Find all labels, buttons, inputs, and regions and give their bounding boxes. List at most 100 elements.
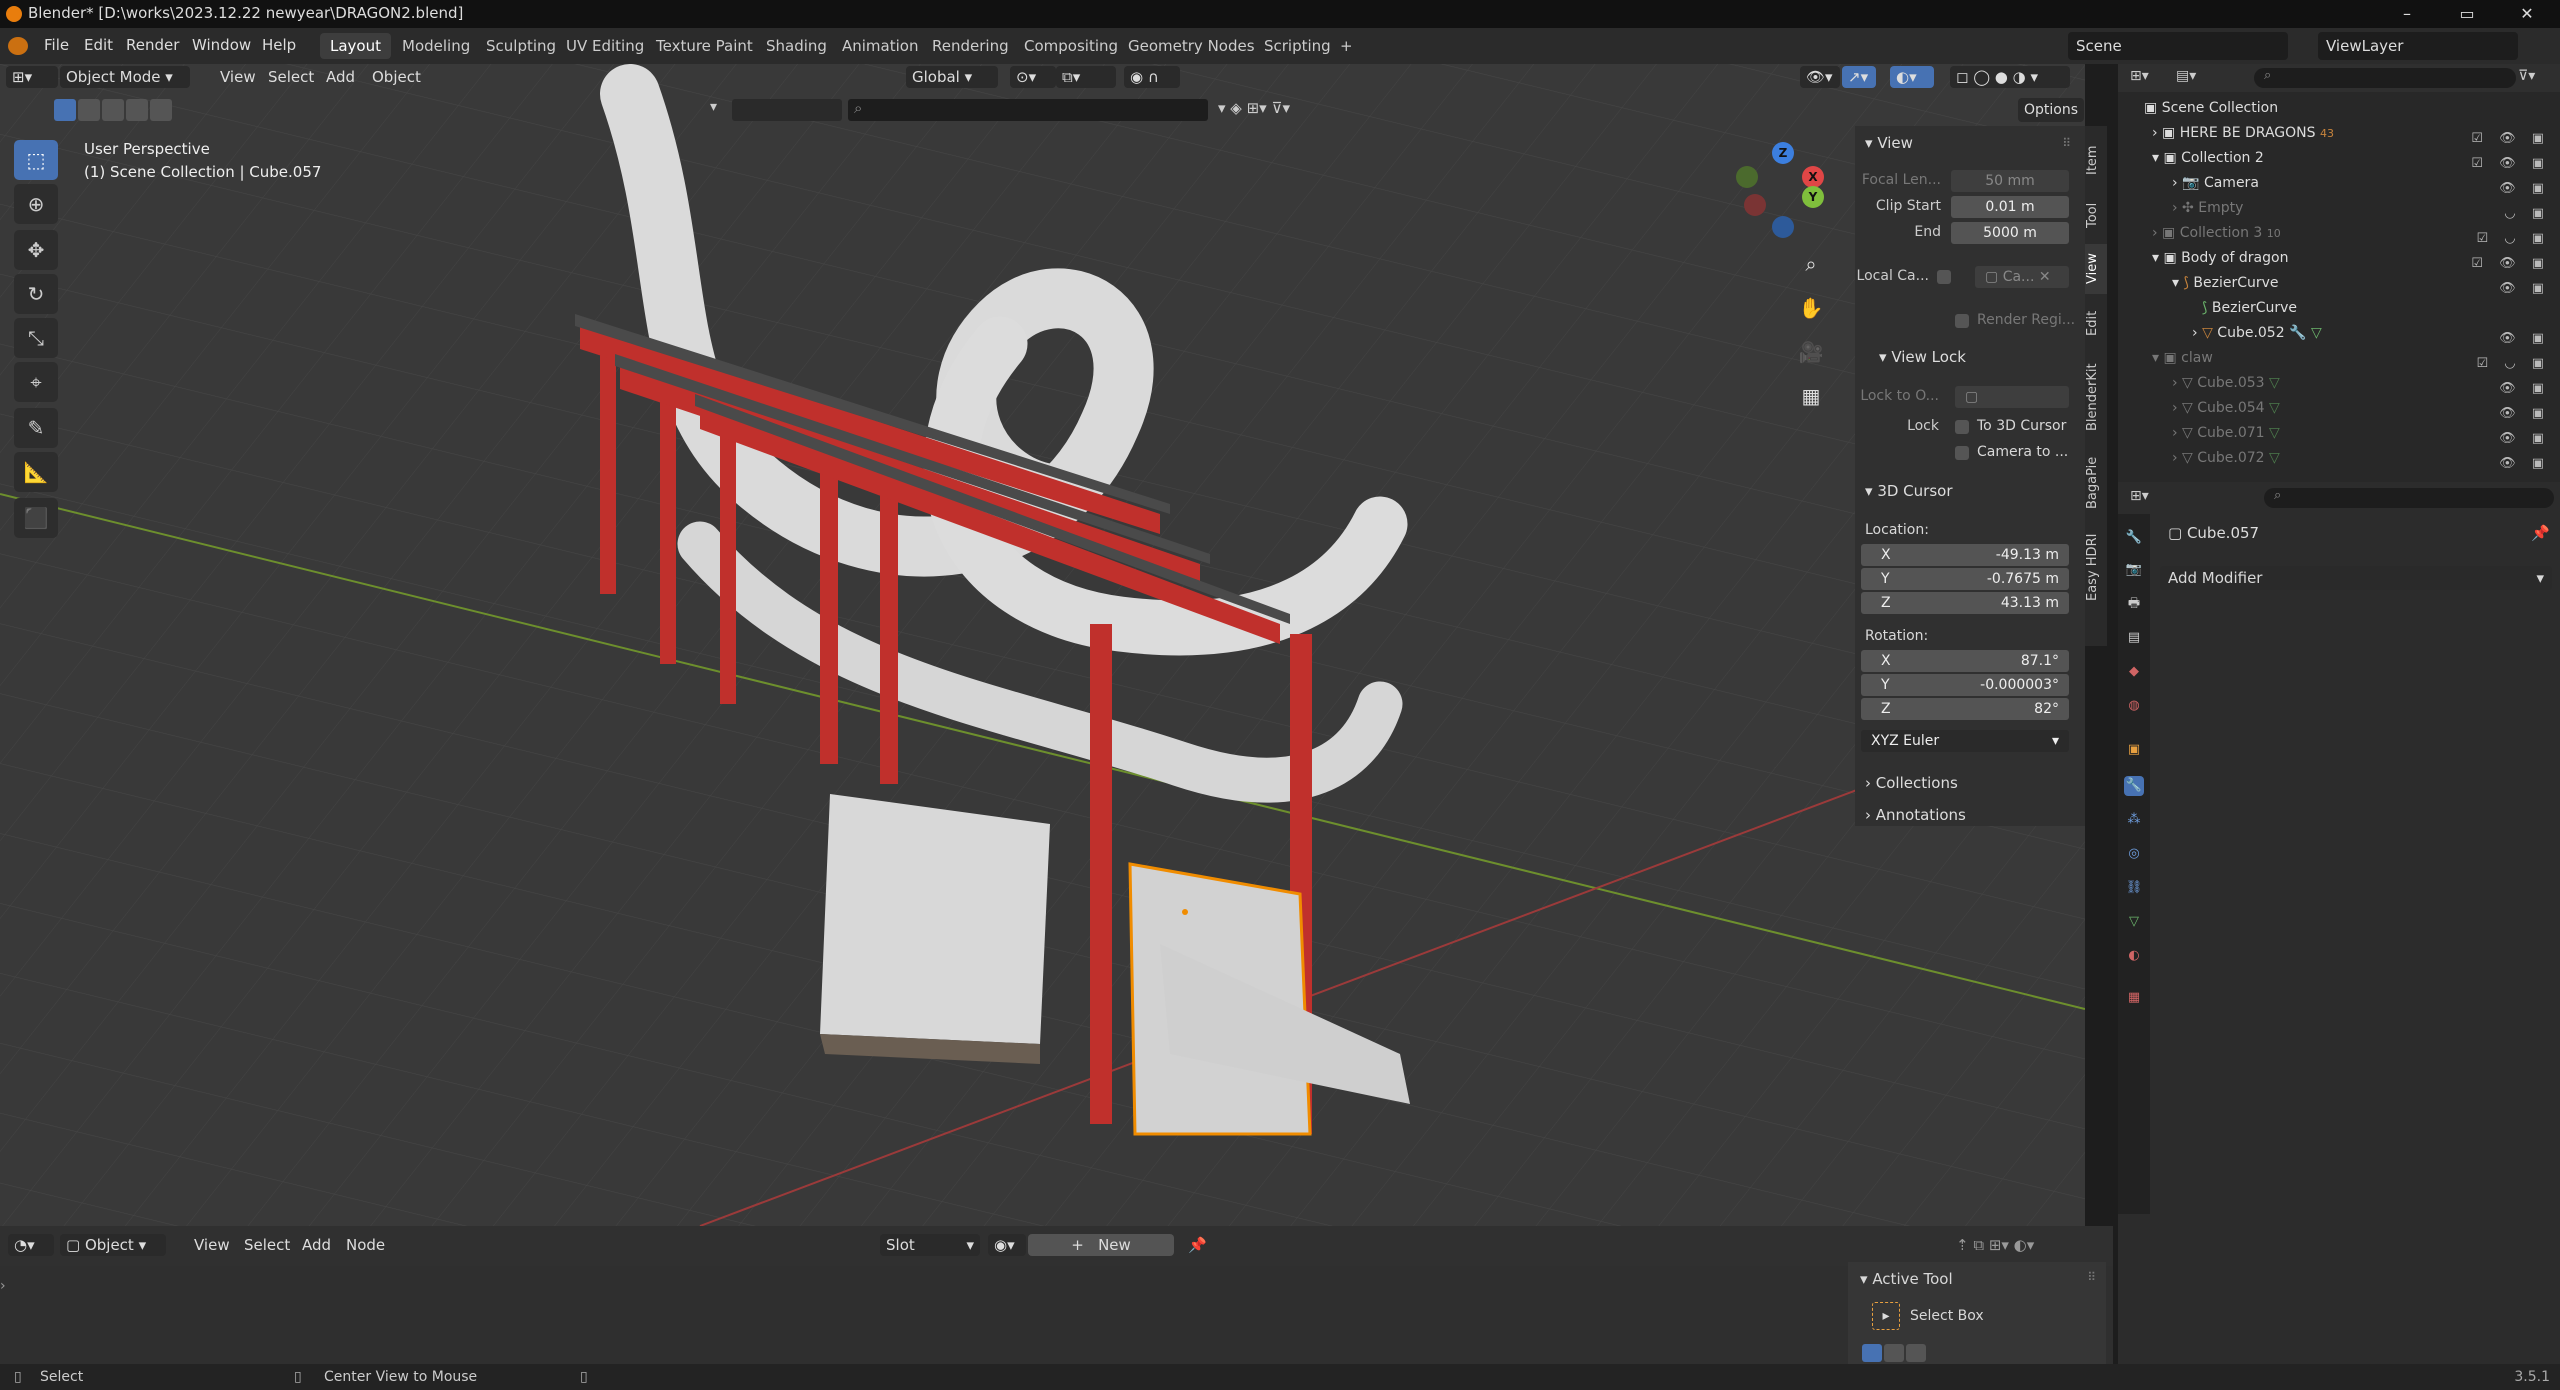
snap-icon[interactable]: ⧉▾ — [1056, 66, 1116, 88]
tab-scripting[interactable]: Scripting — [1254, 33, 1341, 59]
outliner-root[interactable]: ▣ Scene Collection — [2118, 96, 2560, 121]
tab-compositing[interactable]: Compositing — [1014, 33, 1128, 59]
3d-cursor-header[interactable]: ▾ 3D Cursor — [1865, 482, 1952, 500]
viewport-search-input[interactable]: ⌕ — [848, 99, 1208, 121]
active-tool-header[interactable]: ▾ Active Tool — [1860, 1270, 1953, 1288]
shader-menu-select[interactable]: Select — [238, 1234, 296, 1256]
collapse-icon[interactable]: ▾ — [710, 99, 732, 121]
visibility-icon[interactable]: 👁▾ — [1800, 66, 1840, 88]
transform-tool-icon[interactable]: ⌖ — [14, 362, 58, 402]
gizmo-x-icon[interactable]: X — [1802, 166, 1824, 188]
shader-pin-icon[interactable]: 📌 — [1182, 1234, 1213, 1256]
rotation-mode-dropdown[interactable]: XYZ Euler ▾ — [1861, 730, 2069, 752]
tool-mode-new-icon[interactable] — [1862, 1344, 1882, 1362]
tab-bagapie[interactable]: BagaPie — [2085, 448, 2107, 518]
local-camera-checkbox[interactable] — [1937, 270, 1951, 284]
menu-edit[interactable]: Edit — [84, 36, 113, 54]
outliner-row-collection-3[interactable]: › ▣ Collection 3 10 ☑ ◡ ▣ — [2118, 221, 2560, 246]
scene-properties-icon[interactable]: ◆ — [2124, 662, 2144, 682]
cursor-location-z[interactable]: Z 43.13 m — [1861, 592, 2069, 614]
new-material-button[interactable]: + New — [1028, 1234, 1174, 1256]
tab-layout[interactable]: Layout — [320, 33, 391, 59]
cursor-rotation-x[interactable]: X 87.1° — [1861, 650, 2069, 672]
shader-menu-node[interactable]: Node — [340, 1234, 391, 1256]
active-tool-drag-icon[interactable]: ⠿ — [2087, 1270, 2096, 1284]
local-camera-field[interactable]: ▢ Ca... ✕ — [1975, 266, 2069, 288]
cursor-location-x[interactable]: X -49.13 m — [1861, 544, 2069, 566]
texture-properties-icon[interactable]: ▦ — [2124, 988, 2144, 1008]
options-dropdown[interactable]: Options — [2018, 98, 2084, 122]
tab-rendering[interactable]: Rendering — [922, 33, 1019, 59]
drag-handle-icon[interactable]: ⠿ — [2062, 136, 2071, 150]
add-modifier-dropdown[interactable]: Add Modifier ▾ — [2160, 566, 2552, 590]
gizmo-y-icon[interactable]: Y — [1802, 186, 1824, 208]
outliner-row-empty[interactable]: › ✣ Empty ◡ ▣ — [2118, 196, 2560, 221]
vp-menu-object[interactable]: Object — [366, 66, 427, 88]
camera-view-icon[interactable]: 🎥 — [1796, 330, 1826, 374]
tab-uv-editing[interactable]: UV Editing — [556, 33, 654, 59]
collections-header[interactable]: › Collections — [1865, 774, 1958, 792]
tab-geometry-nodes[interactable]: Geometry Nodes — [1118, 33, 1265, 59]
vp-menu-view[interactable]: View — [214, 66, 262, 88]
lock-to-object-field[interactable]: ▢ — [1955, 386, 2069, 408]
view-lock-header[interactable]: ▾ View Lock — [1879, 348, 1966, 366]
pivot-point-icon[interactable]: ⊙▾ — [1010, 66, 1056, 88]
view-layer-properties-icon[interactable]: ▤ — [2124, 628, 2144, 648]
select-extend-icon[interactable] — [78, 99, 100, 121]
render-region-checkbox[interactable] — [1955, 314, 1969, 328]
zoom-icon[interactable]: ⌕ — [1796, 242, 1826, 286]
outliner-row-beziercurve-data[interactable]: ⟆ BezierCurve — [2118, 296, 2560, 321]
tab-blenderkit[interactable]: BlenderKit — [2085, 352, 2107, 442]
select-invert-icon[interactable] — [126, 99, 148, 121]
clip-end-field[interactable]: 5000 m — [1951, 222, 2069, 244]
outliner-filter-icon[interactable]: ⊽▾ — [2518, 68, 2558, 88]
tool-mode-subtract-icon[interactable] — [1906, 1344, 1926, 1362]
data-properties-icon[interactable]: ▽ — [2124, 912, 2144, 932]
move-tool-icon[interactable]: ✥ — [14, 230, 58, 270]
cursor-rotation-y[interactable]: Y -0.000003° — [1861, 674, 2069, 696]
vp-menu-select[interactable]: Select — [262, 66, 320, 88]
annotate-tool-icon[interactable]: ✎ — [14, 408, 58, 448]
material-slot-dropdown[interactable]: Slot ▾ — [880, 1234, 980, 1256]
tool-mode-extend-icon[interactable] — [1884, 1344, 1904, 1362]
outliner-row-collection-2[interactable]: ▾ ▣ Collection 2 ☑ 👁 ▣ — [2118, 146, 2560, 171]
outliner-row-camera[interactable]: › 📷 Camera 👁 ▣ — [2118, 171, 2560, 196]
render-properties-icon[interactable]: 📷 — [2124, 560, 2144, 580]
tab-sculpting[interactable]: Sculpting — [476, 33, 566, 59]
gizmo-z-icon[interactable]: Z — [1772, 142, 1794, 164]
camera-to-view-checkbox[interactable] — [1955, 446, 1969, 460]
tab-shading[interactable]: Shading — [756, 33, 837, 59]
shader-header-right-icons[interactable]: ⇡ ⧉ ⊞▾ ◐▾ — [1950, 1234, 2100, 1256]
tab-texture-paint[interactable]: Texture Paint — [646, 33, 763, 59]
annotations-header[interactable]: › Annotations — [1865, 806, 1966, 824]
tab-modeling[interactable]: Modeling — [392, 33, 480, 59]
particles-properties-icon[interactable]: ⁂ — [2124, 810, 2144, 830]
shader-menu-view[interactable]: View — [188, 1234, 236, 1256]
menu-help[interactable]: Help — [262, 36, 296, 54]
outliner-row-cube-053[interactable]: › ▽ Cube.053 ▽ 👁 ▣ — [2118, 371, 2560, 396]
cursor-rotation-z[interactable]: Z 82° — [1861, 698, 2069, 720]
physics-properties-icon[interactable]: ◎ — [2124, 844, 2144, 864]
lock-3d-cursor-checkbox[interactable] — [1955, 420, 1969, 434]
viewport-filter-icons[interactable]: ▾ ◈ ⊞▾ ⊽▾ — [1218, 99, 1328, 121]
maximize-button[interactable]: ▭ — [2440, 2, 2494, 26]
measure-tool-icon[interactable]: 📐 — [14, 452, 58, 492]
navigation-gizmo[interactable]: Z X Y — [1730, 140, 1830, 240]
close-button[interactable]: ✕ — [2500, 2, 2554, 26]
outliner-row-here-be-dragons[interactable]: › ▣ HERE BE DRAGONS 43 ☑ 👁 ▣ — [2118, 121, 2560, 146]
clip-start-field[interactable]: 0.01 m — [1951, 196, 2069, 218]
shader-editor-type-icon[interactable]: ◔▾ — [8, 1234, 54, 1256]
proportional-edit-icon[interactable]: ◉ ∩ — [1124, 66, 1180, 88]
select-intersect-icon[interactable] — [150, 99, 172, 121]
gizmo-toggle-icon[interactable]: ↗▾ — [1842, 66, 1876, 88]
tab-view[interactable]: View — [2085, 244, 2107, 294]
outliner-row-cube-072[interactable]: › ▽ Cube.072 ▽ 👁 ▣ — [2118, 446, 2560, 471]
menu-render[interactable]: Render — [126, 36, 179, 54]
editor-type-icon[interactable]: ⊞▾ — [6, 66, 58, 88]
pin-icon[interactable]: 📌 — [2531, 524, 2550, 542]
gizmo-neg-x-icon[interactable] — [1744, 194, 1766, 216]
browse-material-icon[interactable]: ◉▾ — [988, 1234, 1026, 1256]
select-new-icon[interactable] — [54, 99, 76, 121]
display-mode-icon[interactable]: ▤▾ — [2176, 68, 2216, 88]
outliner-row-body-of-dragon[interactable]: ▾ ▣ Body of dragon ☑ 👁 ▣ — [2118, 246, 2560, 271]
